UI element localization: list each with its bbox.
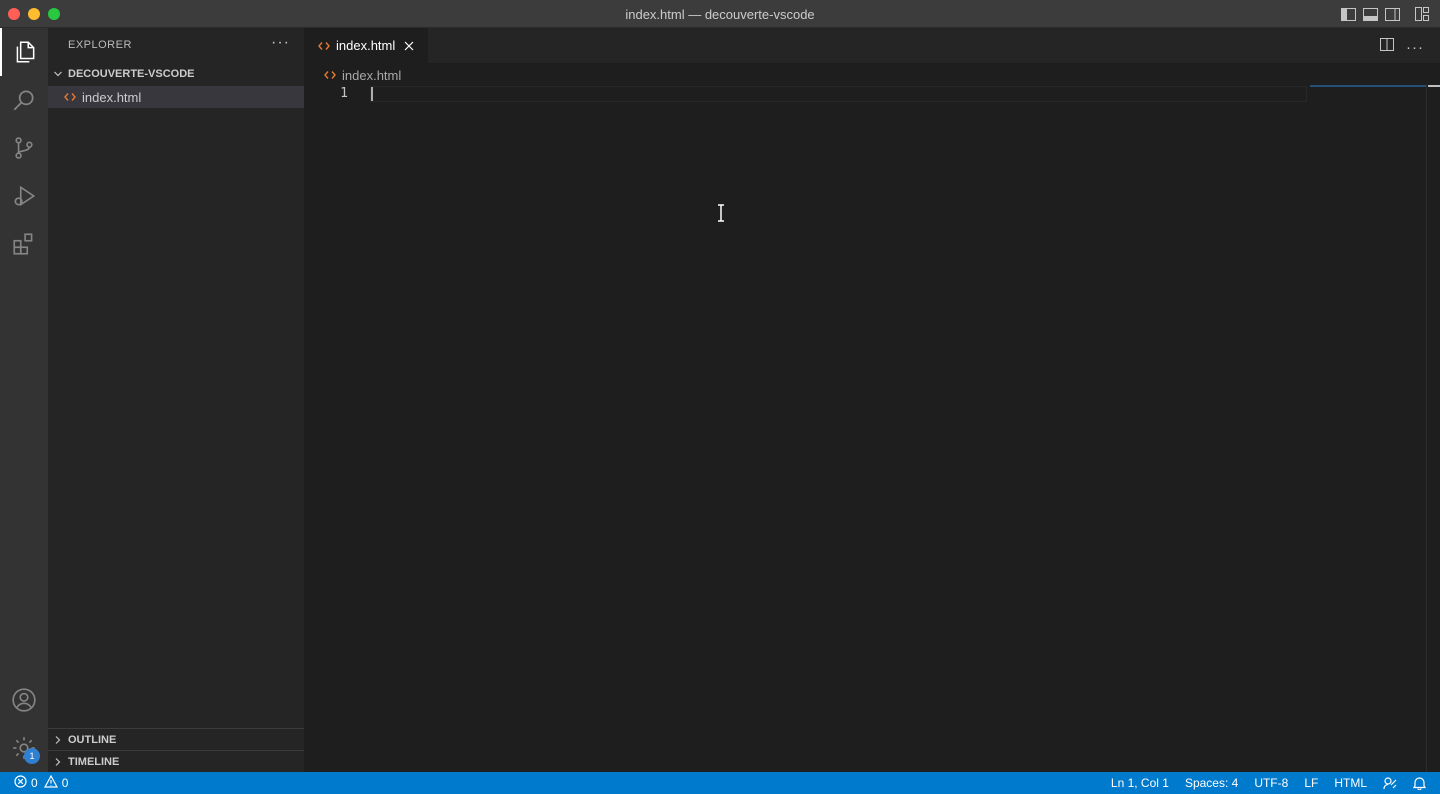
notifications-bell-icon[interactable]: [1413, 776, 1426, 790]
activity-source-control[interactable]: [0, 124, 48, 172]
customize-layout-icon[interactable]: [1414, 6, 1430, 22]
split-editor-icon[interactable]: [1380, 38, 1394, 56]
html-file-icon: [324, 70, 338, 80]
activity-explorer[interactable]: [0, 28, 48, 76]
tab-index-html[interactable]: index.html: [304, 28, 428, 63]
file-item-label: index.html: [82, 89, 142, 105]
minimap-slider[interactable]: [1310, 85, 1426, 87]
activity-search[interactable]: [0, 76, 48, 124]
activity-manage[interactable]: 1: [0, 724, 48, 772]
line-number: 1: [340, 86, 348, 101]
source-control-icon: [15, 137, 33, 159]
toggle-panel-icon[interactable]: [1362, 6, 1378, 22]
search-icon: [13, 90, 34, 111]
explorer-more-actions-button[interactable]: ···: [271, 34, 290, 52]
chevron-down-icon: [48, 69, 68, 79]
warning-count: 0: [61, 776, 69, 790]
editor-tab-bar: index.html ···: [304, 28, 1440, 63]
activity-accounts[interactable]: [0, 676, 48, 724]
tab-label: index.html: [336, 38, 396, 53]
account-icon: [12, 688, 36, 712]
editor-current-line[interactable]: [370, 86, 1307, 102]
end-of-line-setting[interactable]: LF: [1304, 776, 1318, 790]
run-debug-icon: [14, 185, 36, 207]
text-cursor: [371, 87, 373, 101]
files-icon: [16, 41, 35, 63]
vertical-scrollbar[interactable]: [1426, 84, 1440, 772]
close-tab-icon[interactable]: [403, 40, 415, 52]
activity-run-debug[interactable]: [0, 172, 48, 220]
title-bar: index.html — decouverte-vscode: [0, 0, 1440, 28]
problems-indicator[interactable]: 0 0: [14, 772, 68, 794]
activity-bar: 1: [0, 28, 48, 772]
scrollbar-cursor-marker: [1428, 85, 1440, 87]
window-title: index.html — decouverte-vscode: [625, 7, 815, 22]
outline-label: OUTLINE: [68, 733, 117, 746]
language-mode[interactable]: HTML: [1334, 776, 1367, 790]
status-bar: 0 0 Ln 1, Col 1 Spaces: 4 UTF-8 LF HTML: [0, 772, 1440, 794]
cursor-position[interactable]: Ln 1, Col 1: [1111, 776, 1169, 790]
html-file-icon: [64, 92, 80, 102]
activity-extensions[interactable]: [0, 220, 48, 268]
error-count: 0: [31, 776, 38, 790]
encoding-setting[interactable]: UTF-8: [1254, 776, 1288, 790]
breadcrumb[interactable]: index.html: [324, 66, 401, 84]
outline-panel-header[interactable]: OUTLINE: [48, 728, 304, 750]
workspace-folder-header[interactable]: DECOUVERTE-VSCODE: [48, 64, 304, 84]
chevron-right-icon: [48, 735, 68, 745]
feedback-icon[interactable]: [1383, 776, 1397, 790]
ibeam-cursor-icon: [716, 204, 726, 227]
toggle-secondary-sidebar-icon[interactable]: [1384, 6, 1400, 22]
html-file-icon: [318, 41, 332, 51]
indentation-setting[interactable]: Spaces: 4: [1185, 776, 1238, 790]
timeline-panel-header[interactable]: TIMELINE: [48, 750, 304, 772]
timeline-label: TIMELINE: [68, 755, 120, 768]
file-item-index-html[interactable]: index.html: [48, 86, 304, 108]
breadcrumb-file: index.html: [342, 67, 402, 83]
chevron-right-icon: [48, 757, 68, 767]
explorer-title: EXPLORER: [68, 39, 132, 51]
explorer-sidebar: EXPLORER ··· DECOUVERTE-VSCODE index.htm…: [48, 28, 304, 772]
settings-update-badge: 1: [24, 748, 40, 764]
workspace-folder-label: DECOUVERTE-VSCODE: [68, 68, 195, 80]
editor-more-actions-button[interactable]: ···: [1406, 39, 1424, 56]
error-icon: [14, 775, 27, 791]
toggle-primary-sidebar-icon[interactable]: [1340, 6, 1356, 22]
warning-icon: [43, 774, 58, 791]
editor-area: index.html ··· index.html 1: [304, 28, 1440, 772]
extensions-icon: [13, 233, 33, 255]
